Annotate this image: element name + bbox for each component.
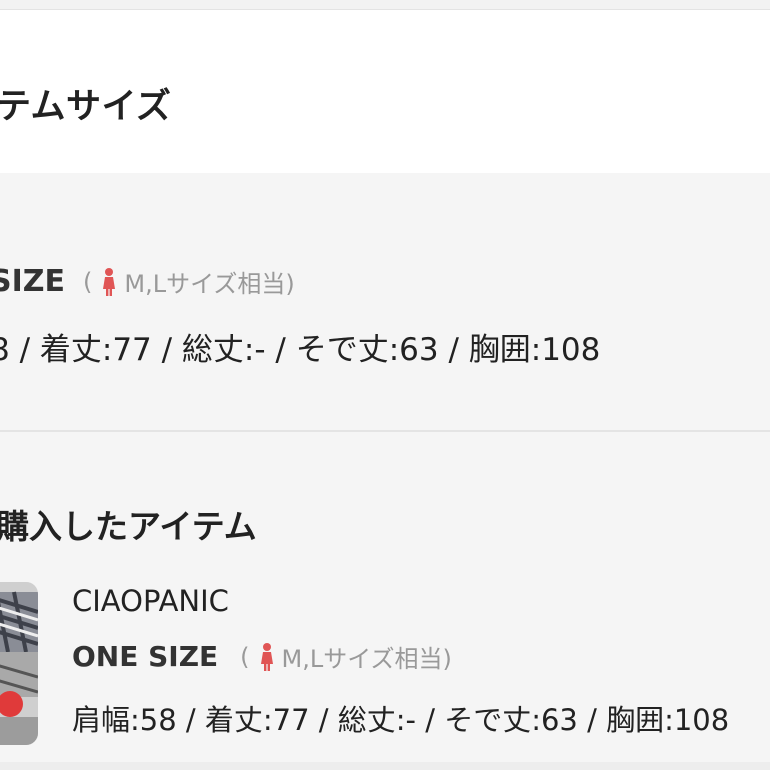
person-icon [103,267,116,296]
bottom-divider [0,762,770,770]
size-equivalent: ( M,Lサイズ相当) [83,264,295,299]
item-size-row: ONE SIZE ( M,Lサイズ相当) [72,639,452,674]
size-row: SIZE ( M,Lサイズ相当) [0,264,295,299]
size-name: SIZE [0,264,66,299]
equiv-open-paren: ( [83,267,93,296]
item-equiv-label: M,Lサイズ相当) [281,645,452,673]
equiv-label: M,Lサイズ相当) [124,270,295,298]
item-equiv-open-paren: ( [240,642,250,671]
item-brand[interactable]: CIAOPANIC [72,584,229,618]
item-thumbnail[interactable] [0,582,38,745]
purchased-items-section: 購入したアイテム CIAOPANIC ONE SIZE ( M,Lサイズ相当) [0,432,770,770]
item-size-header: テムサイズ [0,10,770,173]
item-measurements: 肩幅:58 / 着丈:77 / 総丈:- / そで丈:63 / 胸囲:108 [72,703,730,737]
item-size-name: ONE SIZE [72,640,219,673]
purchased-title: 購入したアイテム [0,507,257,546]
size-measurements: 8 / 着丈:77 / 総丈:- / そで丈:63 / 胸囲:108 [0,332,601,368]
person-icon [260,642,273,671]
section-title: テムサイズ [0,87,172,127]
item-size-equivalent: ( M,Lサイズ相当) [240,639,452,674]
top-divider [0,0,770,10]
item-thumbnail-image [0,582,38,745]
size-info-section: SIZE ( M,Lサイズ相当) 8 / 着丈:77 / 総丈:- / そで丈:… [0,174,770,432]
